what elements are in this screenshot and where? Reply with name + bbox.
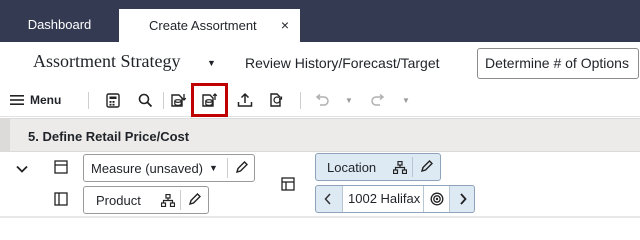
chevron-right-icon <box>459 193 467 205</box>
target-icon <box>430 192 443 206</box>
pencil-icon <box>188 193 201 206</box>
highlight-box <box>191 83 228 117</box>
section-header: 5. Define Retail Price/Cost <box>0 118 640 152</box>
field-divider <box>227 158 228 178</box>
edit-measure-button[interactable] <box>235 161 248 177</box>
rows-layout-button[interactable] <box>54 160 68 179</box>
product-dimension-chip[interactable]: Product <box>83 186 209 214</box>
menu-button[interactable]: Menu <box>10 89 72 111</box>
hamburger-icon <box>10 95 24 105</box>
location-label: Location <box>327 160 377 175</box>
location-dimension-chip[interactable]: Location <box>315 153 441 181</box>
caret-down-icon: ▼ <box>209 163 218 173</box>
review-history-link[interactable]: Review History/Forecast/Target <box>245 55 440 71</box>
caret-down-icon[interactable]: ▼ <box>207 58 216 68</box>
sub-header: Assortment Strategy ▼ Review History/For… <box>0 42 640 84</box>
tab-dashboard[interactable]: Dashboard <box>0 8 119 41</box>
hierarchy-button[interactable] <box>160 193 176 210</box>
hierarchy-icon <box>392 160 408 175</box>
field-divider <box>412 157 413 177</box>
measure-select[interactable]: Measure (unsaved) ▼ <box>83 154 255 182</box>
close-icon[interactable]: × <box>281 9 289 42</box>
redo-icon <box>370 94 384 106</box>
collapse-button[interactable] <box>16 160 28 178</box>
chevron-down-icon <box>16 165 28 173</box>
target-button[interactable] <box>424 186 450 212</box>
toolbar: Menu ▼ ▼ <box>0 84 640 117</box>
undo-icon <box>315 94 329 106</box>
tab-create-assortment-label: Create Assortment <box>149 18 257 33</box>
undo-dropdown-caret[interactable]: ▼ <box>343 89 355 111</box>
location-value-selector: 1002 Halifax <box>315 185 475 213</box>
pencil-icon <box>420 160 433 173</box>
redo-button[interactable] <box>369 89 387 111</box>
edit-product-button[interactable] <box>188 193 201 209</box>
toolbar-divider <box>88 92 89 109</box>
measure-label: Measure (unsaved) <box>91 161 203 176</box>
pivot-layout-button[interactable] <box>281 177 295 196</box>
section-title: 5. Define Retail Price/Cost <box>28 129 190 144</box>
search-button[interactable] <box>135 89 155 111</box>
toolbar-divider <box>163 92 164 109</box>
menu-label: Menu <box>30 93 62 107</box>
redo-dropdown-caret[interactable]: ▼ <box>400 89 412 111</box>
calculator-icon <box>106 92 120 108</box>
rows-layout-icon <box>54 160 68 174</box>
assortment-strategy-select[interactable]: Assortment Strategy <box>33 51 180 72</box>
columns-layout-button[interactable] <box>54 192 68 211</box>
tab-dashboard-label: Dashboard <box>27 17 92 32</box>
columns-layout-icon <box>54 192 68 206</box>
db-download-button[interactable] <box>168 89 190 111</box>
hierarchy-icon <box>160 193 176 208</box>
determine-options-button[interactable]: Determine # of Options <box>477 48 639 79</box>
undo-button[interactable] <box>312 89 330 111</box>
product-label: Product <box>96 193 141 208</box>
tab-bar: Dashboard Create Assortment × <box>0 0 640 42</box>
chevron-left-icon <box>323 193 331 205</box>
field-divider <box>180 190 181 210</box>
export-icon <box>237 92 253 107</box>
hierarchy-button[interactable] <box>392 160 408 177</box>
tab-create-assortment[interactable]: Create Assortment × <box>119 9 300 42</box>
sync-button[interactable] <box>266 89 288 111</box>
sync-icon <box>270 93 283 107</box>
next-button[interactable] <box>451 186 474 212</box>
edit-location-button[interactable] <box>420 160 433 176</box>
section-strip <box>0 118 10 152</box>
pencil-icon <box>235 161 248 174</box>
location-value[interactable]: 1002 Halifax <box>342 186 424 212</box>
pivot-layout-icon <box>281 177 295 191</box>
export-button[interactable] <box>234 89 256 111</box>
db-download-icon <box>171 94 187 107</box>
previous-button[interactable] <box>316 186 339 212</box>
divider <box>0 216 640 218</box>
calculator-button[interactable] <box>103 89 123 111</box>
search-icon <box>138 93 152 107</box>
toolbar-divider <box>300 92 301 109</box>
